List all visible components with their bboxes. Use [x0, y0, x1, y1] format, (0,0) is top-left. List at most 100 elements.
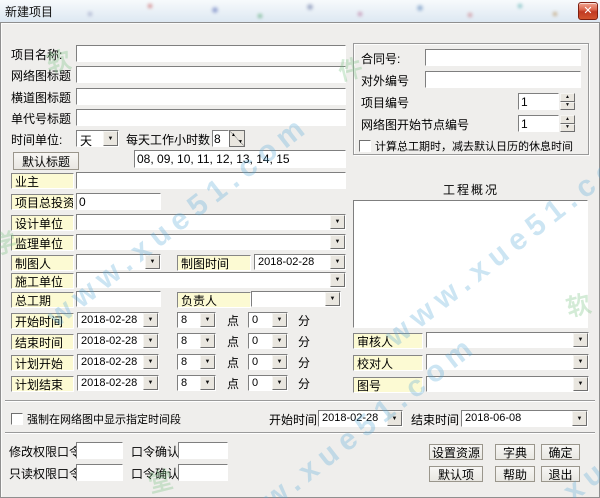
close-button[interactable]: ✕: [578, 2, 598, 20]
defaults-button[interactable]: 默认项: [429, 466, 483, 482]
chevron-down-icon[interactable]: ▼: [103, 131, 118, 146]
chevron-down-icon[interactable]: ▼: [325, 292, 340, 306]
chevron-down-icon[interactable]: ▼: [143, 355, 158, 369]
chevron-down-icon[interactable]: ▼: [143, 376, 158, 390]
force-display-checkbox[interactable]: [11, 413, 23, 425]
plan-end-minute-combo[interactable]: 0 ▼: [248, 375, 288, 391]
investment-input[interactable]: [76, 193, 161, 210]
spinner-up-icon[interactable]: ▲: [231, 132, 236, 138]
project-no-input[interactable]: [518, 93, 559, 110]
start-date-combo[interactable]: 2018-02-28 ▼: [77, 312, 159, 328]
project-name-label: 项目名称:: [11, 48, 62, 62]
bottom-end-time-label: 结束时间: [411, 413, 459, 427]
chevron-down-icon[interactable]: ▼: [330, 255, 345, 269]
plan-start-date-combo[interactable]: 2018-02-28 ▼: [77, 354, 159, 370]
contract-no-input[interactable]: [425, 49, 581, 66]
end-time-row-label: 结束时间: [11, 334, 74, 350]
proofreader-combo[interactable]: ▼: [426, 354, 589, 370]
manager-combo[interactable]: ▼: [251, 291, 341, 307]
readonly-pwd-input[interactable]: [76, 464, 123, 481]
spinner-down-icon[interactable]: ▼: [238, 139, 243, 145]
plan-end-hour-combo[interactable]: 8 ▼: [177, 375, 216, 391]
design-unit-combo[interactable]: ▼: [76, 214, 346, 230]
exit-button[interactable]: 退出: [541, 466, 580, 482]
plan-start-minute-combo[interactable]: 0 ▼: [248, 354, 288, 370]
chevron-down-icon[interactable]: ▼: [272, 313, 287, 327]
external-no-input[interactable]: [425, 71, 581, 88]
chevron-down-icon[interactable]: ▼: [330, 273, 345, 287]
chevron-down-icon[interactable]: ▼: [272, 376, 287, 390]
help-button[interactable]: 帮助: [495, 466, 535, 482]
start-hour-combo[interactable]: 8 ▼: [177, 312, 216, 328]
chevron-down-icon[interactable]: ▼: [573, 333, 588, 347]
spinner-down-icon[interactable]: ▼: [560, 124, 575, 133]
chevron-down-icon[interactable]: ▼: [145, 255, 160, 269]
network-title-input[interactable]: [76, 66, 346, 83]
chevron-down-icon[interactable]: ▼: [143, 313, 158, 327]
plan-start-hour-combo[interactable]: 8 ▼: [177, 354, 216, 370]
chevron-down-icon[interactable]: ▼: [143, 334, 158, 348]
hours-per-day-spinner[interactable]: ▲ ▼: [229, 130, 245, 147]
plan-end-date-combo[interactable]: 2018-02-28 ▼: [77, 375, 159, 391]
end-hour-value: 8: [181, 335, 187, 347]
start-node-input[interactable]: [518, 115, 559, 132]
modify-pwd-confirm-input[interactable]: [178, 442, 228, 459]
new-project-dialog: 新建项目 ✕ 项目名称: 网络图标题 横道图标题 单代号标题 时间单位: 天 ▼…: [0, 0, 600, 498]
spinner-up-icon[interactable]: ▲: [560, 93, 575, 102]
drawing-no-label: 图号: [353, 377, 423, 393]
bottom-end-date-combo[interactable]: 2018-06-08 ▼: [461, 410, 588, 427]
draftsman-combo[interactable]: ▼: [76, 254, 161, 270]
end-date-combo[interactable]: 2018-02-28 ▼: [77, 333, 159, 349]
dictionary-button[interactable]: 字典: [495, 444, 535, 460]
readonly-pwd-label: 只读权限口令:: [9, 467, 84, 481]
spinner-up-icon[interactable]: ▲: [560, 115, 575, 124]
reviewer-combo[interactable]: ▼: [426, 332, 589, 348]
project-overview-textarea[interactable]: [353, 200, 588, 328]
single-code-title-input[interactable]: [76, 109, 346, 126]
default-title-button[interactable]: 默认标题: [13, 152, 79, 170]
draft-time-combo[interactable]: 2018-02-28 ▼: [254, 254, 346, 270]
start-minute-combo[interactable]: 0 ▼: [248, 312, 288, 328]
gantt-title-input[interactable]: [76, 88, 346, 105]
hours-per-day-input[interactable]: [212, 130, 229, 147]
chevron-down-icon[interactable]: ▼: [330, 215, 345, 229]
readonly-pwd-confirm-input[interactable]: [178, 464, 228, 481]
chevron-down-icon[interactable]: ▼: [200, 376, 215, 390]
set-resources-button[interactable]: 设置资源: [429, 444, 483, 460]
modify-pwd-input[interactable]: [76, 442, 123, 459]
chevron-down-icon[interactable]: ▼: [573, 355, 588, 369]
project-no-label: 项目编号: [361, 96, 409, 110]
separator: [5, 400, 595, 402]
bottom-start-date-combo[interactable]: 2018-02-28 ▼: [318, 410, 403, 427]
project-name-input[interactable]: [76, 45, 346, 62]
construction-unit-combo[interactable]: ▼: [76, 272, 346, 288]
construction-unit-label: 施工单位: [11, 273, 74, 289]
chevron-down-icon[interactable]: ▼: [272, 334, 287, 348]
chevron-down-icon[interactable]: ▼: [573, 377, 588, 391]
spinner-down-icon[interactable]: ▼: [560, 102, 575, 111]
ok-button[interactable]: 确定: [541, 444, 580, 460]
chevron-down-icon[interactable]: ▼: [200, 313, 215, 327]
investment-label: 项目总投资: [11, 194, 74, 210]
chevron-down-icon[interactable]: ▼: [272, 355, 287, 369]
chevron-down-icon[interactable]: ▼: [330, 235, 345, 249]
default-title-input[interactable]: [134, 150, 346, 168]
drawing-no-combo[interactable]: ▼: [426, 376, 589, 392]
end-hour-combo[interactable]: 8 ▼: [177, 333, 216, 349]
end-minute-combo[interactable]: 0 ▼: [248, 333, 288, 349]
total-duration-input[interactable]: [76, 291, 161, 307]
chevron-down-icon[interactable]: ▼: [200, 355, 215, 369]
time-unit-combo[interactable]: 天 ▼: [76, 130, 119, 147]
hour-suffix-label: 点: [227, 335, 239, 349]
supervision-unit-combo[interactable]: ▼: [76, 234, 346, 250]
plan-end-hour-value: 8: [181, 377, 187, 389]
calc-duration-checkbox[interactable]: [359, 140, 371, 152]
chevron-down-icon[interactable]: ▼: [200, 334, 215, 348]
start-node-label: 网络图开始节点编号: [361, 118, 469, 132]
start-node-spinner[interactable]: ▲ ▼: [560, 115, 575, 132]
chevron-down-icon[interactable]: ▼: [387, 411, 402, 426]
project-no-spinner[interactable]: ▲ ▼: [560, 93, 575, 110]
chevron-down-icon[interactable]: ▼: [572, 411, 587, 426]
window-title: 新建项目: [5, 3, 53, 20]
owner-input[interactable]: [76, 172, 346, 189]
